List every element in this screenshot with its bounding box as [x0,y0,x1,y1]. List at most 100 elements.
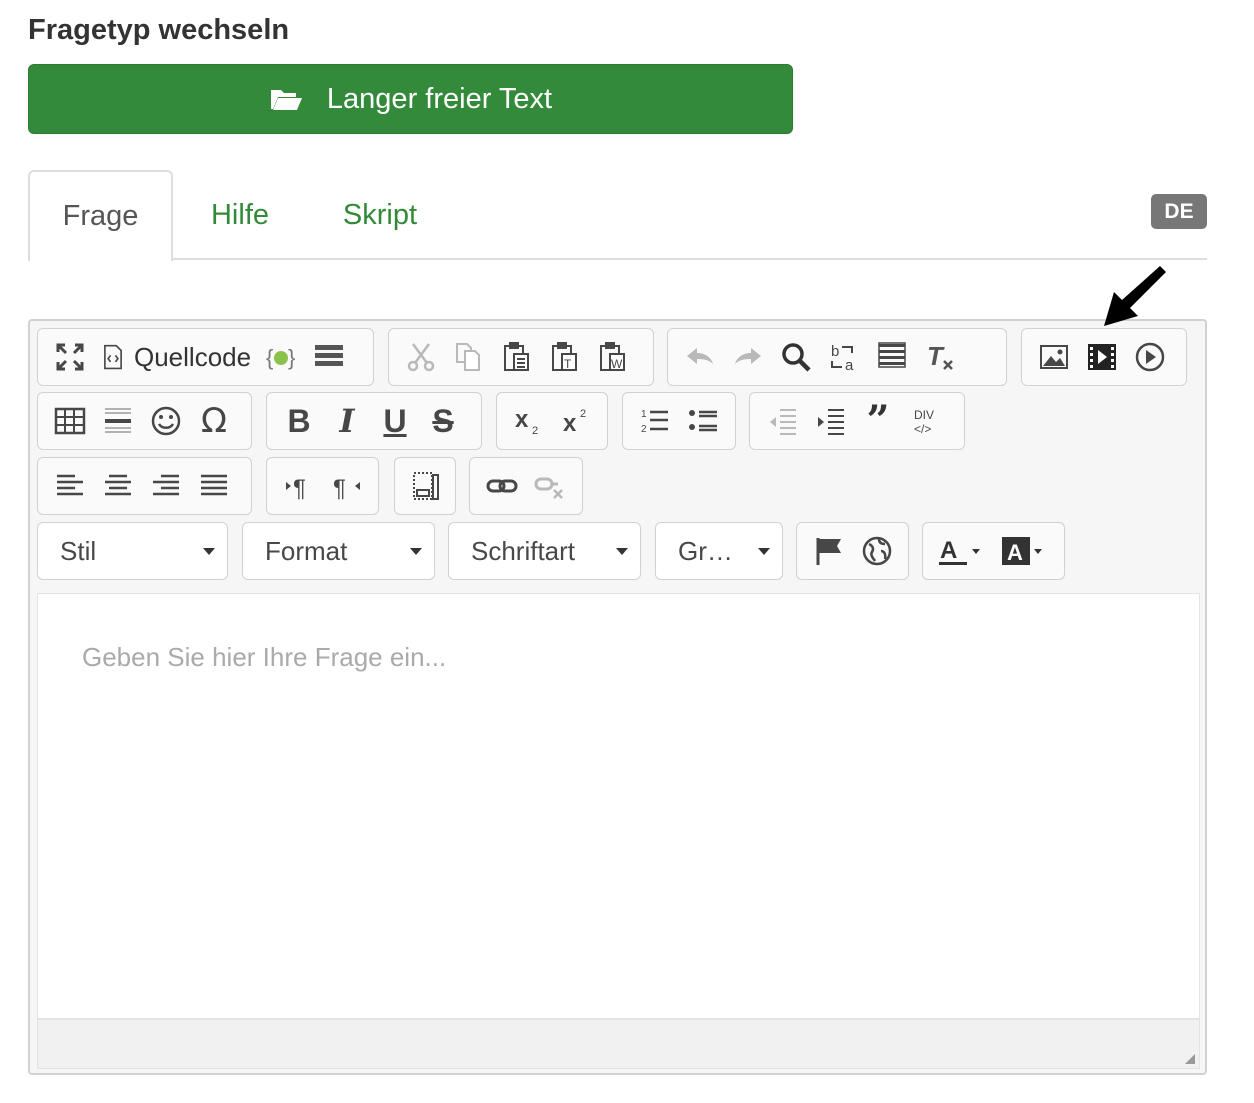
editor-placeholder: Geben Sie hier Ihre Frage ein... [82,642,447,672]
iframe-icon[interactable] [405,466,449,506]
copy-icon[interactable] [447,337,491,377]
code-snippet-icon[interactable]: {} [259,337,303,377]
numbered-list-icon[interactable]: 12 [633,401,677,441]
toolbar-group-document: Quellcode {} [37,328,374,386]
question-type-label: Fragetyp wechseln [28,14,290,46]
style-combo[interactable]: Stil [37,522,228,580]
maximize-icon[interactable] [48,337,92,377]
justify-icon[interactable] [192,466,236,506]
language-icon[interactable] [855,531,899,571]
folder-open-icon [270,90,302,110]
chevron-down-icon [203,547,215,555]
paste-word-icon[interactable]: W [591,337,635,377]
tab-hilfe[interactable]: Hilfe [210,170,270,260]
italic-icon[interactable]: I [325,401,369,441]
paste-text-icon[interactable]: T [543,337,587,377]
outdent-icon[interactable] [760,401,804,441]
size-combo[interactable]: Gr… [655,522,783,580]
language-badge[interactable]: DE [1151,194,1207,229]
font-combo-label: Schriftart [471,535,576,566]
rtl-icon[interactable]: ¶ [325,466,369,506]
svg-text:x: x [515,406,529,433]
smiley-icon[interactable] [144,401,188,441]
bold-icon[interactable]: B [277,401,321,441]
source-label: Quellcode [134,341,252,372]
svg-text:a: a [845,357,854,373]
bulleted-list-icon[interactable] [681,401,725,441]
toolbar-group-align [37,457,252,515]
editor-content-area[interactable]: Geben Sie hier Ihre Frage ein... [37,593,1200,1019]
blockquote-icon[interactable]: ” [856,401,900,441]
pointer-arrow-icon [1104,266,1166,326]
toolbar-group-bidi: ¶ ¶ [266,457,379,515]
format-combo-label: Format [265,535,348,566]
resize-handle-icon[interactable] [1185,1054,1195,1064]
cut-icon[interactable] [399,337,443,377]
image-icon[interactable] [1032,337,1076,377]
select-all-icon[interactable] [870,337,914,377]
paste-icon[interactable] [495,337,539,377]
strike-icon[interactable]: S [421,401,465,441]
svg-text:T: T [927,341,945,371]
svg-text:W: W [611,357,623,371]
svg-text:</>: </> [914,422,931,436]
source-button[interactable]: Quellcode [96,337,255,377]
toolbar-group-media [1021,328,1187,386]
indent-icon[interactable] [808,401,852,441]
toolbar-group-anchor-language [796,522,909,580]
svg-text:x: x [563,410,577,437]
special-char-icon[interactable]: Ω [192,401,236,441]
size-combo-label: Gr… [678,535,733,566]
media-embed-icon[interactable] [1128,337,1172,377]
div-icon[interactable]: DIV </> [904,401,948,441]
chevron-down-icon [758,547,770,555]
find-icon[interactable] [774,337,818,377]
toolbar-group-insert: Ω [37,392,252,450]
editor-tabs: Frage Hilfe Skript [28,170,1207,261]
svg-text:T: T [564,357,572,371]
tab-frage[interactable]: Frage [28,170,173,261]
question-type-button[interactable]: Langer freier Text [28,64,793,134]
question-type-button-label: Langer freier Text [326,82,553,115]
redo-icon[interactable] [726,337,770,377]
underline-icon[interactable]: U [373,401,417,441]
video-icon[interactable] [1080,337,1124,377]
format-combo[interactable]: Format [242,522,435,580]
svg-text:2: 2 [641,424,647,435]
toolbar-group-editing: ba T [667,328,1007,386]
svg-text:1: 1 [641,409,647,420]
toolbar-group-blocks: ” DIV </> [749,392,965,450]
align-center-icon[interactable] [96,466,140,506]
align-left-icon[interactable] [48,466,92,506]
svg-text:¶: ¶ [293,475,306,502]
link-icon[interactable] [480,466,524,506]
svg-text:{: { [266,345,273,370]
ltr-icon[interactable]: ¶ [277,466,321,506]
unlink-icon[interactable] [528,466,572,506]
svg-text:A: A [1007,540,1023,565]
svg-text:b: b [831,343,839,360]
toolbar-group-links [469,457,583,515]
superscript-icon[interactable]: x2 [555,401,599,441]
toolbar-group-basic-styles: B I U S [266,392,482,450]
replace-icon[interactable]: ba [822,337,866,377]
remove-format-icon[interactable]: T [918,337,962,377]
anchor-icon[interactable] [807,531,851,571]
text-color-icon[interactable]: A [933,531,991,571]
subscript-icon[interactable]: x2 [507,401,551,441]
svg-text:2: 2 [580,408,586,420]
bg-color-icon[interactable]: A [995,531,1053,571]
undo-icon[interactable] [678,337,722,377]
toolbar-group-colors: A A [922,522,1065,580]
font-combo[interactable]: Schriftart [448,522,641,580]
horizontal-rule-icon[interactable] [96,401,140,441]
rich-text-editor: Quellcode {} T W ba T Ω B I U S x2 x 2 1… [28,319,1207,1075]
align-right-icon[interactable] [144,466,188,506]
table-icon[interactable] [48,401,92,441]
tab-skript[interactable]: Skript [341,170,419,260]
toolbar-group-script: x2 x2 [496,392,608,450]
svg-text:}: } [288,345,295,370]
template-icon[interactable] [307,337,351,377]
toolbar-group-iframe [394,457,456,515]
toolbar-group-lists: 12 [622,392,736,450]
